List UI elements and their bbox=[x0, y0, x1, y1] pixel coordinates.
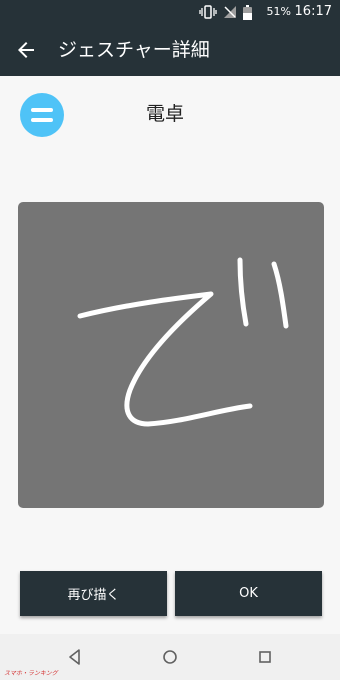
redraw-button[interactable]: 再び描く bbox=[20, 571, 167, 616]
navigation-bar: スマホ・ランキング bbox=[0, 634, 340, 680]
gesture-app-row: 電卓 bbox=[0, 76, 340, 156]
battery-icon bbox=[243, 4, 252, 20]
battery-percent: 51% bbox=[266, 5, 291, 18]
gesture-canvas[interactable] bbox=[18, 202, 324, 508]
recents-square-icon[interactable] bbox=[256, 648, 274, 666]
app-name: 電卓 bbox=[146, 103, 185, 125]
ok-button[interactable]: OK bbox=[175, 571, 322, 616]
back-triangle-icon[interactable] bbox=[66, 648, 84, 666]
no-signal-icon bbox=[224, 6, 236, 18]
back-arrow-icon[interactable] bbox=[14, 38, 38, 62]
menu-icon bbox=[20, 93, 64, 137]
gesture-stroke bbox=[77, 257, 289, 427]
status-bar: 51% 16:17 bbox=[0, 0, 340, 24]
app-bar: ジェスチャー詳細 bbox=[0, 24, 340, 76]
vibrate-icon bbox=[199, 5, 217, 19]
page-title: ジェスチャー詳細 bbox=[58, 39, 210, 61]
status-clock: 16:17 bbox=[294, 4, 332, 19]
home-circle-icon[interactable] bbox=[161, 648, 179, 666]
watermark: スマホ・ランキング bbox=[4, 670, 58, 677]
